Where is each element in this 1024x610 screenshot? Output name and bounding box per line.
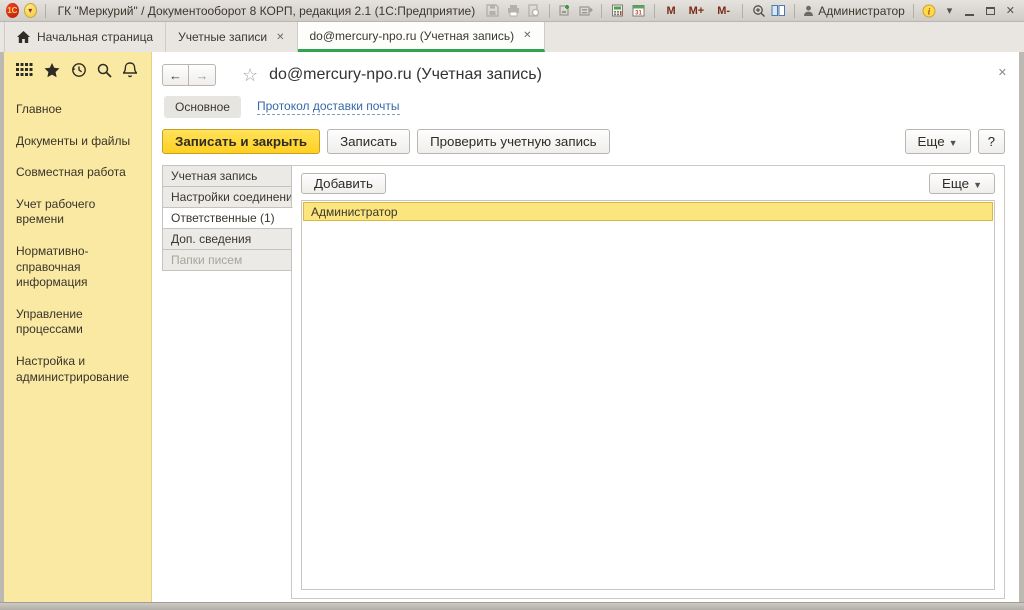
vtab-connection-settings[interactable]: Настройки соединения (162, 186, 292, 208)
vtab-responsible[interactable]: Ответственные (1) (162, 207, 293, 229)
memory-m-plus-button[interactable]: M+ (685, 5, 709, 17)
zoom-icon[interactable] (751, 3, 766, 19)
sidebar-item-settings-administration[interactable]: Настройка и администрирование (4, 346, 151, 393)
form-header: ← → ☆ do@mercury-npo.ru (Учетная запись)… (162, 60, 1005, 90)
tab-accounts[interactable]: Учетные записи ✕ (166, 22, 297, 52)
chevron-down-icon: ▼ (949, 138, 958, 148)
file-add-icon[interactable] (558, 3, 573, 19)
nav-main-tab[interactable]: Основное (164, 96, 241, 118)
calculator-icon[interactable] (610, 3, 625, 19)
divider (913, 4, 914, 18)
divider (601, 4, 602, 18)
maximize-button[interactable] (982, 3, 997, 19)
sidebar-item-time-tracking[interactable]: Учет рабочего времени (4, 189, 151, 236)
form-title: do@mercury-npo.ru (Учетная запись) (269, 66, 542, 84)
save-icon[interactable] (485, 3, 500, 19)
title-bar: 1С ▾ ГК "Меркурий" / Документооборот 8 К… (0, 0, 1024, 22)
user-icon (803, 5, 814, 17)
help-button[interactable]: ? (978, 129, 1005, 154)
divider (549, 4, 550, 18)
divider (742, 4, 743, 18)
close-button[interactable]: ✕ (1003, 3, 1018, 19)
tab-label: Начальная страница (37, 30, 153, 44)
more-label: Еще (942, 176, 969, 191)
divider (654, 4, 655, 18)
responsible-list[interactable]: Администратор (301, 200, 995, 590)
tab-label: do@mercury-npo.ru (Учетная запись) (310, 29, 515, 43)
back-button[interactable]: ← (162, 64, 189, 86)
save-button[interactable]: Записать (327, 129, 410, 154)
calendar-icon[interactable]: 31 (630, 3, 645, 19)
form-close-icon[interactable]: ✕ (998, 66, 1007, 79)
tab-label: Учетные записи (178, 30, 267, 44)
memory-m-button[interactable]: M (662, 5, 679, 17)
tab-close-icon[interactable]: ✕ (276, 32, 284, 43)
print-preview-icon[interactable] (526, 3, 541, 19)
split-window-icon[interactable] (771, 3, 786, 19)
divider (794, 4, 795, 18)
favorite-star-icon[interactable]: ☆ (242, 65, 258, 86)
minimize-button[interactable] (962, 3, 977, 19)
vtab-account[interactable]: Учетная запись (162, 165, 292, 187)
form-area: ← → ☆ do@mercury-npo.ru (Учетная запись)… (152, 52, 1019, 602)
file-send-icon[interactable] (578, 3, 593, 19)
functions-menu-icon[interactable] (16, 63, 33, 77)
list-toolbar: Добавить Еще ▼ (301, 173, 995, 194)
sections-nav: Главное Документы и файлы Совместная раб… (4, 84, 151, 393)
window-title: ГК "Меркурий" / Документооборот 8 КОРП, … (58, 4, 476, 18)
status-bar (0, 602, 1024, 610)
info-icon[interactable]: i (922, 3, 937, 19)
add-button[interactable]: Добавить (301, 173, 386, 194)
tab-bar: Начальная страница Учетные записи ✕ do@m… (0, 22, 1024, 52)
tab-close-icon[interactable]: ✕ (523, 30, 531, 41)
tab-home[interactable]: Начальная страница (4, 22, 166, 52)
window-body: Главное Документы и файлы Совместная раб… (0, 52, 1024, 602)
memory-m-minus-button[interactable]: M- (713, 5, 734, 17)
sections-sidebar: Главное Документы и файлы Совместная раб… (4, 52, 152, 602)
check-account-button[interactable]: Проверить учетную запись (417, 129, 610, 154)
list-item[interactable]: Администратор (303, 202, 993, 221)
1c-logo-icon: 1С (6, 3, 19, 18)
list-more-button[interactable]: Еще ▼ (929, 173, 995, 194)
more-label: Еще (918, 134, 945, 149)
chevron-down-icon: ▼ (973, 180, 982, 190)
sidebar-toolbar (4, 52, 151, 84)
history-icon[interactable] (71, 62, 87, 78)
notifications-bell-icon[interactable] (123, 62, 137, 78)
forward-button[interactable]: → (189, 64, 216, 86)
vtab-mail-folders: Папки писем (162, 249, 292, 271)
sidebar-item-collaboration[interactable]: Совместная работа (4, 157, 151, 189)
command-bar: Записать и закрыть Записать Проверить уч… (162, 129, 1005, 154)
home-icon (17, 31, 30, 43)
vtab-additional-info[interactable]: Доп. сведения (162, 228, 292, 250)
tab-account-form[interactable]: do@mercury-npo.ru (Учетная запись) ✕ (298, 22, 545, 52)
main-menu-button[interactable]: ▾ (24, 3, 37, 18)
sidebar-item-documents-files[interactable]: Документы и файлы (4, 126, 151, 158)
print-icon[interactable] (505, 3, 520, 19)
save-and-close-button[interactable]: Записать и закрыть (162, 129, 320, 154)
divider (45, 4, 46, 18)
sidebar-item-process-management[interactable]: Управление процессами (4, 299, 151, 346)
sidebar-item-reference-info[interactable]: Нормативно-справочная информация (4, 236, 151, 299)
favorites-star-icon[interactable] (44, 63, 60, 78)
current-user[interactable]: Администратор (803, 4, 905, 18)
responsible-page: Добавить Еще ▼ Администратор (291, 165, 1005, 599)
more-button[interactable]: Еще ▼ (905, 129, 971, 154)
nav-mail-delivery-log-link[interactable]: Протокол доставки почты (257, 99, 400, 115)
service-menu-dropdown[interactable]: ▾ (942, 3, 957, 19)
form-page-tabs: Учетная запись Настройки соединения Отве… (162, 165, 292, 599)
svg-text:31: 31 (635, 11, 642, 17)
form-body: Учетная запись Настройки соединения Отве… (162, 165, 1005, 599)
search-icon[interactable] (97, 63, 112, 78)
sidebar-item-main[interactable]: Главное (4, 94, 151, 126)
application-window: 1С ▾ ГК "Меркурий" / Документооборот 8 К… (0, 0, 1024, 610)
user-name-label: Администратор (818, 4, 905, 18)
form-nav: Основное Протокол доставки почты (164, 94, 1005, 120)
